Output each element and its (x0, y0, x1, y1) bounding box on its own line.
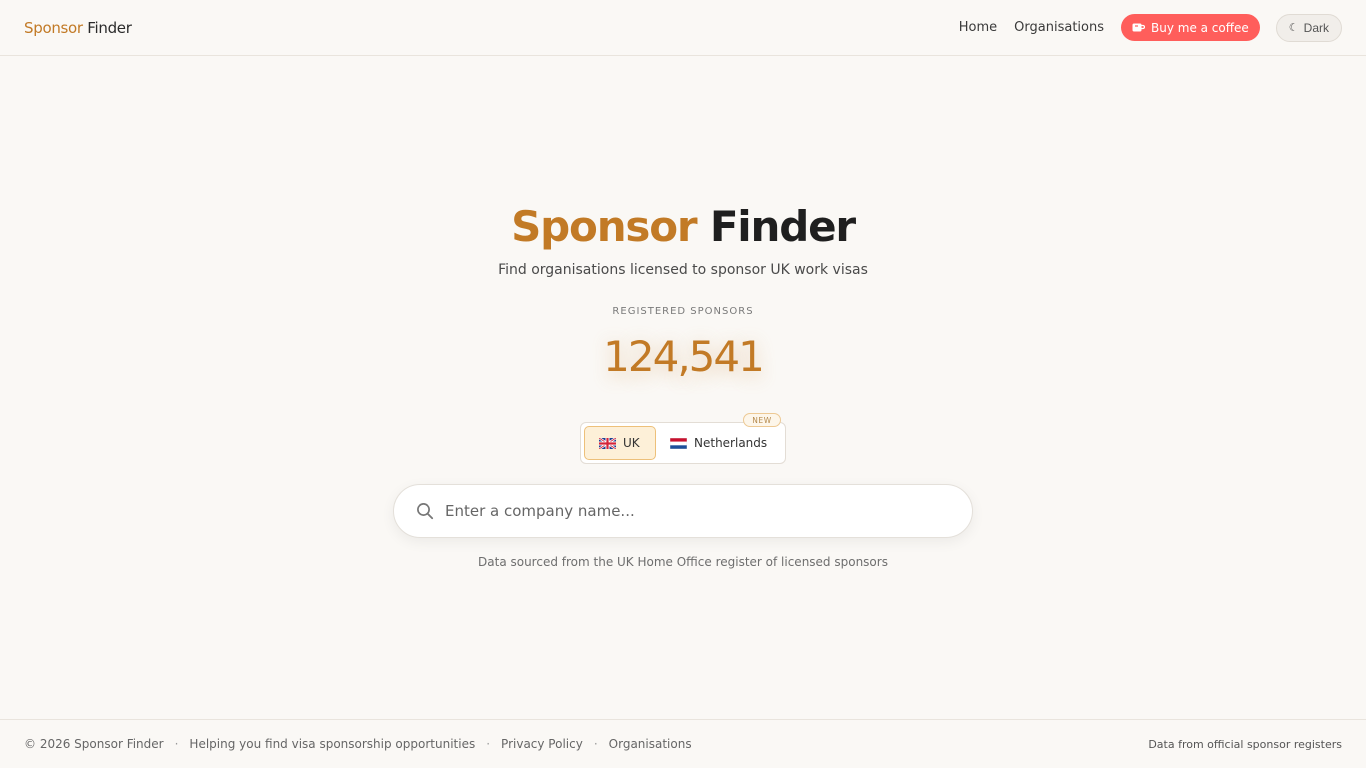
country-option-uk-label: UK (623, 436, 640, 450)
brand-logo[interactable]: Sponsor Finder (24, 19, 132, 37)
page-title: Sponsor Finder (0, 200, 1366, 254)
title-word-finder: Finder (709, 202, 856, 251)
search-icon (416, 502, 434, 520)
moon-icon: ☾ (1288, 22, 1299, 34)
brand-word-finder: Finder (87, 18, 132, 37)
sponsor-count-value: 124,541 (603, 332, 765, 381)
footer-copyright: © 2026 Sponsor Finder (24, 737, 164, 751)
footer-separator: · (593, 737, 598, 751)
coffee-cup-icon (1132, 23, 1145, 33)
uk-flag-icon (598, 436, 617, 450)
site-header: Sponsor Finder Home Organisations Buy me… (0, 0, 1366, 56)
main-nav: Home Organisations Buy me a coffee ☾ Dar… (959, 13, 1342, 42)
sponsor-count-label: REGISTERED SPONSORS (612, 306, 754, 317)
footer-tagline: Helping you find visa sponsorship opport… (189, 737, 476, 751)
page-subtitle: Find organisations licensed to sponsor U… (498, 262, 868, 278)
footer-separator: · (174, 737, 179, 751)
company-search-input[interactable] (445, 502, 925, 520)
netherlands-flag-icon (669, 437, 688, 449)
footer-data-note: Data from official sponsor registers (1148, 737, 1342, 751)
footer-left: © 2026 Sponsor Finder · Helping you find… (24, 737, 692, 751)
footer-organisations-link[interactable]: Organisations (609, 737, 692, 751)
country-option-netherlands-label: Netherlands (694, 436, 768, 450)
footer-separator: · (486, 737, 491, 751)
new-badge: NEW (743, 413, 781, 427)
country-option-netherlands[interactable]: Netherlands (656, 426, 781, 460)
coffee-label: Buy me a coffee (1151, 20, 1249, 35)
title-word-sponsor: Sponsor (511, 202, 697, 251)
buy-me-a-coffee-button[interactable]: Buy me a coffee (1121, 14, 1260, 41)
nav-home-link[interactable]: Home (959, 20, 997, 35)
country-switch: UK Netherlands (580, 422, 786, 464)
footer-privacy-link[interactable]: Privacy Policy (501, 737, 583, 751)
dark-mode-toggle[interactable]: ☾ Dark (1275, 13, 1342, 42)
country-option-uk[interactable]: UK (584, 426, 656, 460)
site-footer: © 2026 Sponsor Finder · Helping you find… (0, 719, 1366, 768)
dark-mode-label: Dark (1303, 20, 1329, 35)
brand-word-sponsor: Sponsor (24, 18, 83, 37)
company-search (393, 484, 973, 538)
nav-organisations-link[interactable]: Organisations (1014, 20, 1104, 35)
data-source-note: Data sourced from the UK Home Office reg… (478, 555, 888, 569)
